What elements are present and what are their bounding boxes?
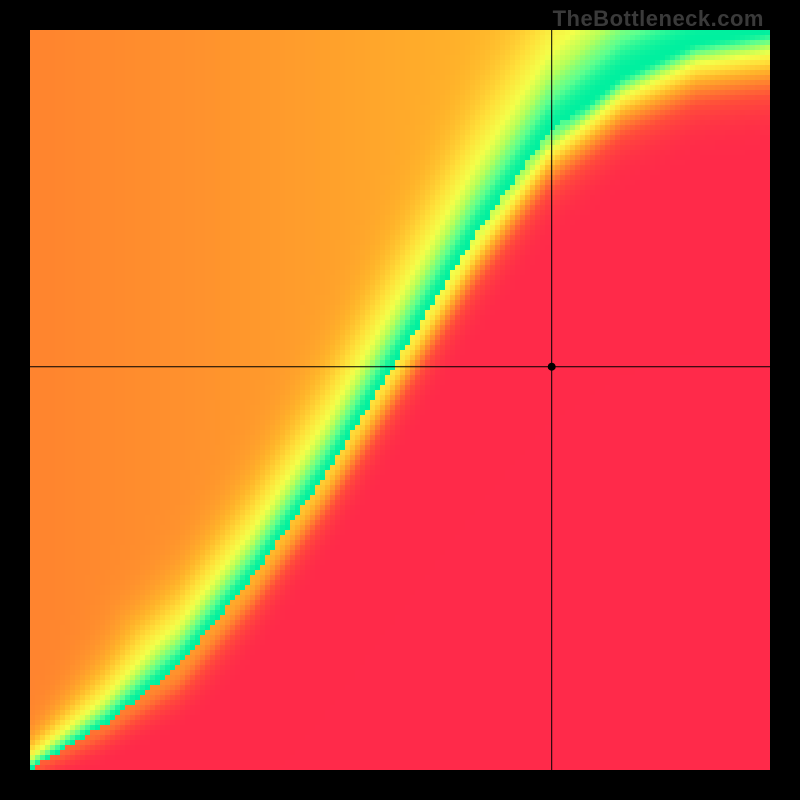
chart-container: TheBottleneck.com [0,0,800,800]
watermark-label: TheBottleneck.com [553,6,764,32]
heatmap-canvas [30,30,770,770]
